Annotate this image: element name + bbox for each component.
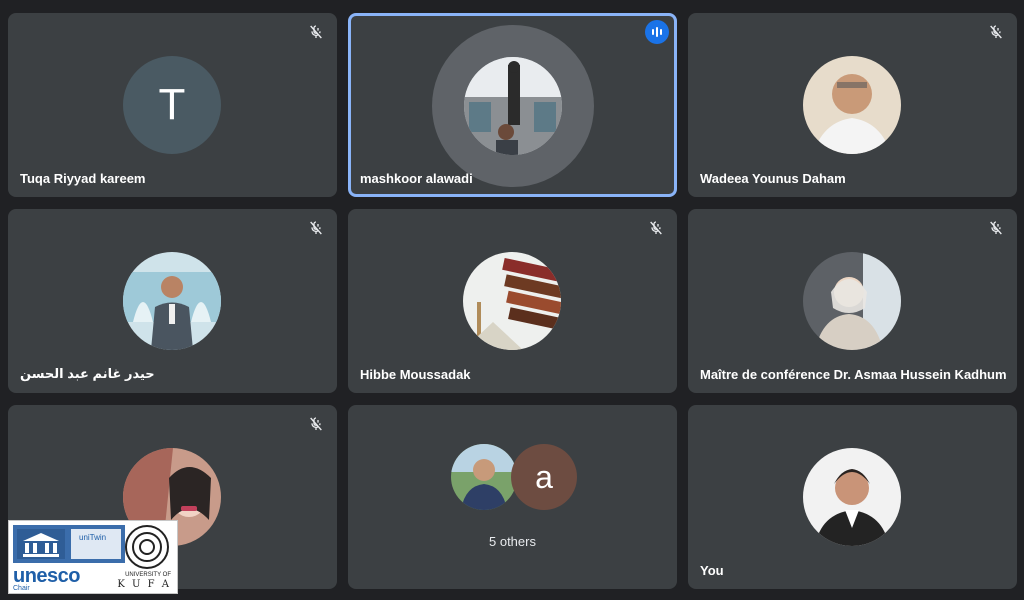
- participant-tile-hibbe[interactable]: Hibbe Moussadak: [348, 209, 677, 393]
- unitwin-text: uniTwin: [79, 533, 107, 542]
- avatar-letter: a: [511, 444, 577, 510]
- avatar-photo: [803, 56, 901, 154]
- participant-name: Hibbe Moussadak: [360, 367, 471, 382]
- avatar-photo: [803, 448, 901, 546]
- participant-tile-haider[interactable]: حيدر غانم عبد الحسن: [8, 209, 337, 393]
- participant-tile-wadeea[interactable]: Wadeea Younus Daham: [688, 13, 1017, 197]
- participant-name: حيدر غانم عبد الحسن: [20, 366, 155, 381]
- speaking-indicator-icon: [645, 20, 669, 44]
- mic-off-icon: [305, 21, 327, 43]
- others-count-label: 5 others: [489, 534, 536, 549]
- avatar-letter: T: [123, 56, 221, 154]
- participant-name: Wadeea Younus Daham: [700, 171, 846, 186]
- unesco-kufa-logo: uniTwin unesco Chair UNIVERSITY OF K U F…: [8, 520, 178, 594]
- participant-name: mashkoor alawadi: [360, 171, 473, 186]
- avatar-photo: [451, 444, 517, 510]
- mic-off-icon: [305, 217, 327, 239]
- unesco-logo-box: [13, 525, 125, 563]
- avatar-photo: [123, 252, 221, 350]
- participant-tile-asmaa[interactable]: Maître de conférence Dr. Asmaa Hussein K…: [688, 209, 1017, 393]
- kufa-seal-icon: [125, 525, 169, 569]
- avatar-photo: [464, 57, 562, 155]
- chair-text: Chair: [13, 585, 30, 592]
- participant-tile-tuqa[interactable]: T Tuqa Riyyad kareem: [8, 13, 337, 197]
- mic-off-icon: [985, 217, 1007, 239]
- mic-off-icon: [305, 413, 327, 435]
- participant-name: Tuqa Riyyad kareem: [20, 171, 146, 186]
- participant-tile-mashkoor[interactable]: mashkoor alawadi: [348, 13, 677, 197]
- mic-off-icon: [645, 217, 667, 239]
- mic-off-icon: [985, 21, 1007, 43]
- avatar-photo: [463, 252, 561, 350]
- university-of-text: UNIVERSITY OF: [125, 572, 171, 578]
- participant-tile-self[interactable]: You: [688, 405, 1017, 589]
- avatar-photo: [803, 252, 901, 350]
- participant-name: Maître de conférence Dr. Asmaa Hussein K…: [700, 367, 1007, 382]
- participant-name: You: [700, 563, 724, 578]
- participant-tile-others[interactable]: a 5 others: [348, 405, 677, 589]
- kufa-text: K U F A: [117, 579, 171, 590]
